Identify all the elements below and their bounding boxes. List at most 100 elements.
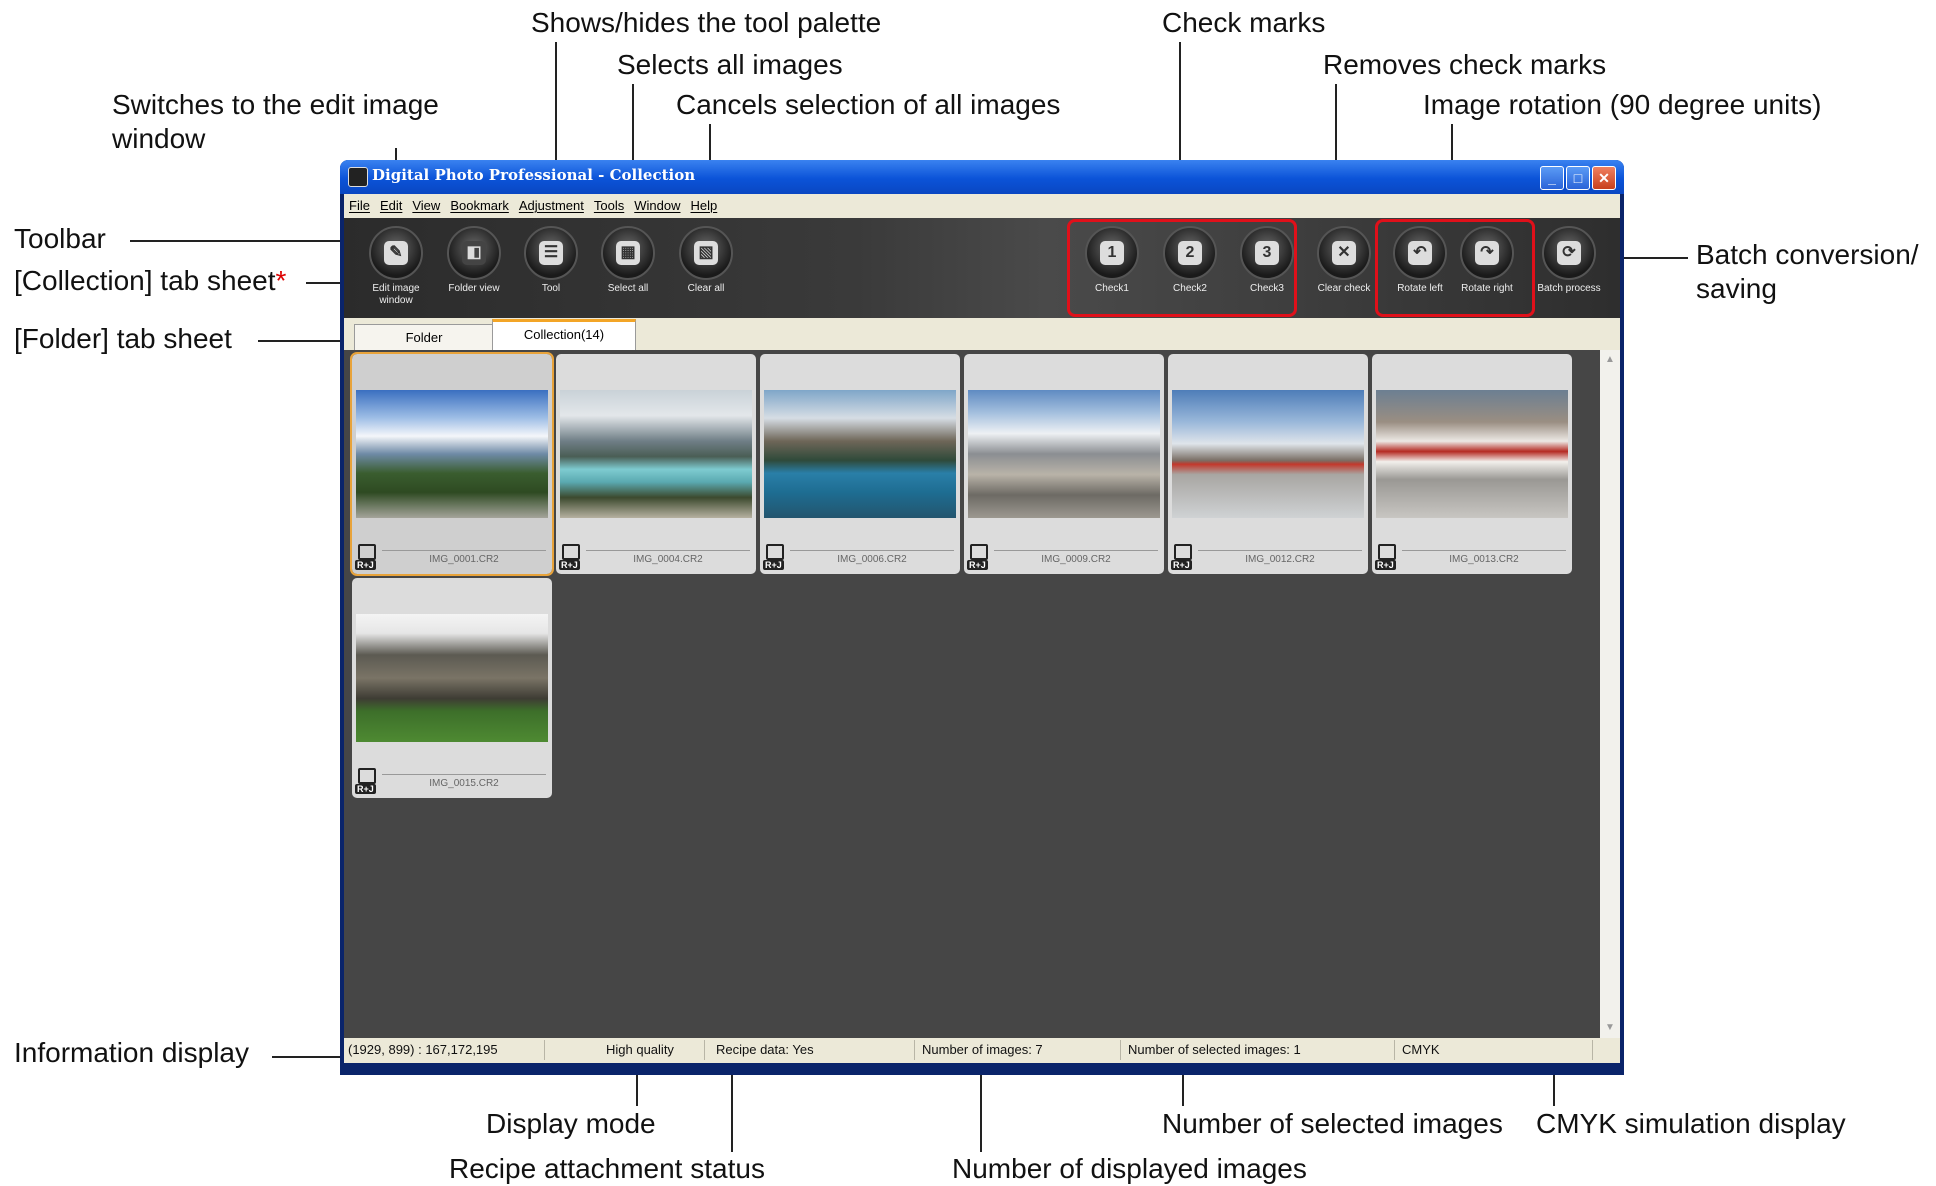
scroll-down-arrow[interactable]: ▼ [1604,1022,1616,1034]
scroll-up-arrow[interactable]: ▲ [1604,354,1616,366]
annotation-switches-edit-line1: Switches to the edit image [112,89,439,120]
leader-line [130,240,372,242]
camera-icon [970,544,988,560]
annotation-cmyk-display: CMYK simulation display [1536,1108,1846,1139]
camera-icon [358,544,376,560]
tool-button[interactable]: ☰ Tool [515,226,587,295]
status-divider [1120,1040,1121,1060]
annotation-batch-line2: saving [1696,273,1777,304]
status-recipe: Recipe data: Yes [716,1042,814,1057]
filename-divider [1198,550,1362,551]
edit-image-window-button[interactable]: ✎ Edit image window [360,226,432,307]
check2-button[interactable]: 2 Check2 [1154,226,1226,295]
camera-icon [1378,544,1396,560]
status-divider [1592,1040,1593,1060]
raw-jpeg-badge: R+J [1171,560,1192,570]
close-button[interactable]: ✕ [1592,166,1616,190]
leader-line [258,340,350,342]
thumbnail-photo [764,390,956,518]
menu-adjustment[interactable]: Adjustment [514,194,589,213]
clear-all-button[interactable]: ▧ Clear all [670,226,742,295]
tab-folder[interactable]: Folder [354,324,494,351]
minimize-button[interactable]: _ [1540,166,1564,190]
menu-file[interactable]: File [344,194,375,213]
filename-divider [382,774,546,775]
status-cmyk: CMYK [1402,1042,1440,1057]
camera-icon [766,544,784,560]
select-all-button[interactable]: ▦ Select all [592,226,664,295]
leader-line [731,1062,733,1152]
check1-button[interactable]: 1 Check1 [1076,226,1148,295]
status-display-mode: High quality [606,1042,674,1057]
annotation-image-rotation: Image rotation (90 degree units) [1423,89,1822,120]
raw-jpeg-badge: R+J [967,560,988,570]
menu-bookmark[interactable]: Bookmark [445,194,514,213]
tool-palette-icon: ☰ [524,226,578,280]
status-divider [1394,1040,1395,1060]
thumbnail-cell[interactable]: R+J IMG_0012.CR2 [1168,354,1368,574]
filename-divider [790,550,954,551]
raw-jpeg-badge: R+J [559,560,580,570]
annotation-batch: Batch conversion/ saving [1696,238,1919,306]
filename-divider [994,550,1158,551]
thumbnail-filename: IMG_0001.CR2 [429,554,499,565]
status-num-images: Number of images: 7 [922,1042,1043,1057]
status-information: (1929, 899) : 167,172,195 [348,1042,498,1057]
check3-button[interactable]: 3 Check3 [1231,226,1303,295]
filename-divider [382,550,546,551]
folder-view-icon: ◧ [447,226,501,280]
thumbnail-cell[interactable]: R+J IMG_0004.CR2 [556,354,756,574]
raw-jpeg-badge: R+J [355,784,376,794]
menu-edit[interactable]: Edit [375,194,407,213]
thumbnail-filename: IMG_0004.CR2 [633,554,703,565]
folder-view-button[interactable]: ◧ Folder view [438,226,510,295]
raw-jpeg-badge: R+J [355,560,376,570]
edit-image-icon: ✎ [369,226,423,280]
batch-process-icon: ⟳ [1542,226,1596,280]
title-bar[interactable]: Digital Photo Professional - Collection … [340,160,1624,194]
batch-process-button[interactable]: ⟳ Batch process [1533,226,1605,295]
thumbnail-photo [356,390,548,518]
thumbnail-cell[interactable]: R+J IMG_0001.CR2 [350,352,554,576]
menu-view[interactable]: View [407,194,445,213]
thumbnail-photo [1172,390,1364,518]
vertical-scrollbar[interactable]: ▲ ▼ [1600,350,1620,1038]
menu-window[interactable]: Window [629,194,685,213]
annotation-information-display: Information display [14,1037,250,1068]
toolbar-label: Select all [607,283,649,294]
select-all-icon: ▦ [601,226,655,280]
rotate-left-button[interactable]: ↶ Rotate left [1384,226,1456,295]
annotation-switches-edit-line2: window [112,123,206,154]
app-icon [348,167,368,187]
thumbnail-photo [1376,390,1568,518]
menu-help[interactable]: Help [686,194,723,213]
toolbar-label: Check3 [1250,283,1284,294]
clear-check-button[interactable]: ✕ Clear check [1308,226,1380,295]
status-bar: (1929, 899) : 167,172,195 High quality R… [344,1038,1620,1063]
window-title: Digital Photo Professional - Collection [372,166,696,184]
toolbar-label: Batch process [1537,283,1601,294]
annotation-collection-tab: [Collection] tab sheet* [14,264,286,298]
thumbnail-filename: IMG_0012.CR2 [1245,554,1315,565]
menu-tools[interactable]: Tools [589,194,629,213]
toolbar-label: Rotate right [1461,283,1513,294]
annotation-recipe-status: Recipe attachment status [449,1153,765,1184]
thumbnail-cell[interactable]: R+J IMG_0013.CR2 [1372,354,1572,574]
thumbnail-filename: IMG_0009.CR2 [1041,554,1111,565]
annotation-num-selected: Number of selected images [1162,1108,1503,1139]
toolbar-label: Clear all [687,283,725,294]
thumbnail-cell[interactable]: R+J IMG_0015.CR2 [352,578,552,798]
rotate-right-button[interactable]: ↷ Rotate right [1451,226,1523,295]
thumbnail-photo [356,614,548,742]
annotation-collection-star: * [275,265,287,296]
clear-check-icon: ✕ [1317,226,1371,280]
annotation-toolbar: Toolbar [14,223,106,254]
maximize-button[interactable]: □ [1566,166,1590,190]
application-window: Digital Photo Professional - Collection … [340,160,1624,1075]
tab-collection[interactable]: Collection(14) [492,319,636,353]
thumbnail-cell[interactable]: R+J IMG_0006.CR2 [760,354,960,574]
camera-icon [562,544,580,560]
thumbnail-cell[interactable]: R+J IMG_0009.CR2 [964,354,1164,574]
annotation-collection-tab-text: [Collection] tab sheet [14,265,276,296]
annotation-check-marks: Check marks [1162,7,1326,38]
